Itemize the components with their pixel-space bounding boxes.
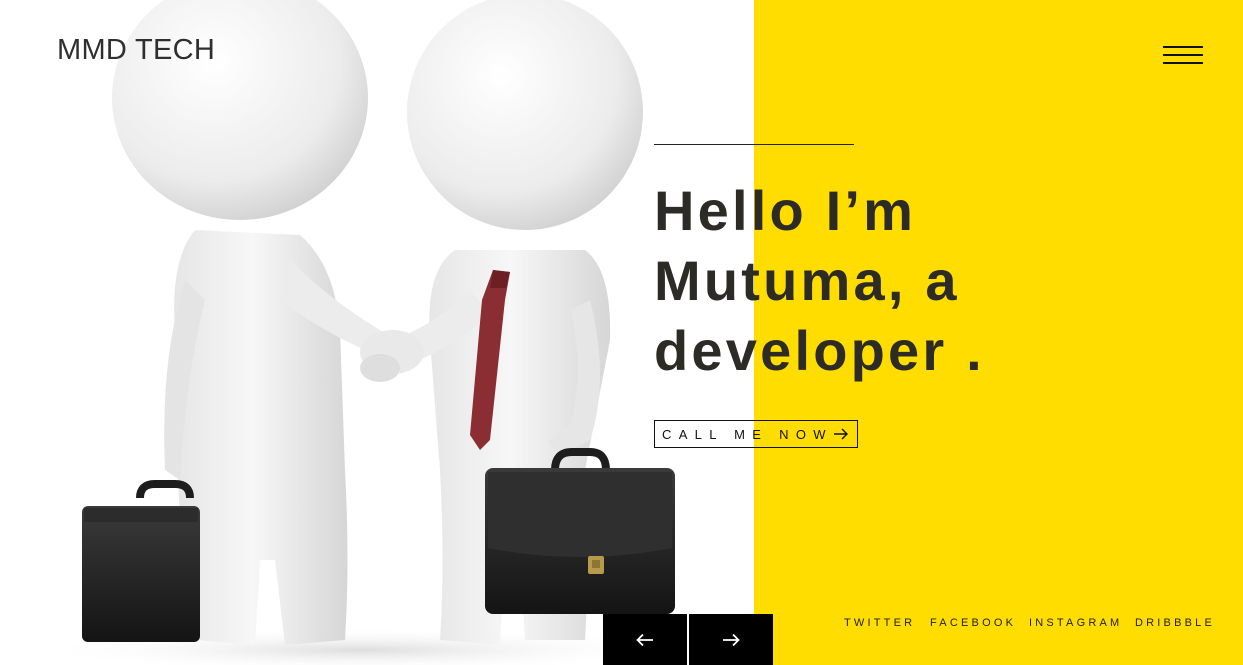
hero-heading-line-1: Hello I’m <box>654 179 917 242</box>
arrow-right-icon <box>833 428 848 440</box>
call-me-now-button[interactable]: CALL ME NOW <box>654 420 858 448</box>
hero-heading-line-3: developer . <box>654 319 985 382</box>
slider-next-button[interactable] <box>689 614 773 665</box>
hero-heading-line-2: Mutuma, a <box>654 249 960 312</box>
left-briefcase <box>82 480 200 642</box>
social-link-instagram[interactable]: INSTAGRAM <box>1029 617 1122 629</box>
handshake-illustration <box>30 0 690 665</box>
hero-heading: Hello I’m Mutuma, a developer . <box>654 176 985 386</box>
slider-prev-button[interactable] <box>603 614 687 665</box>
social-link-twitter[interactable]: TWITTER <box>844 617 915 629</box>
social-link-facebook[interactable]: FACEBOOK <box>930 617 1016 629</box>
hamburger-menu-icon[interactable] <box>1161 44 1205 68</box>
right-briefcase <box>485 448 675 614</box>
hero-divider-line <box>654 144 854 145</box>
arrow-left-icon <box>636 633 653 646</box>
brand-logo[interactable]: MMD TECH <box>57 34 215 67</box>
social-link-dribbble[interactable]: DRIBBBLE <box>1135 617 1215 629</box>
call-me-now-label: CALL ME NOW <box>662 426 833 442</box>
arrow-right-icon <box>723 633 740 646</box>
